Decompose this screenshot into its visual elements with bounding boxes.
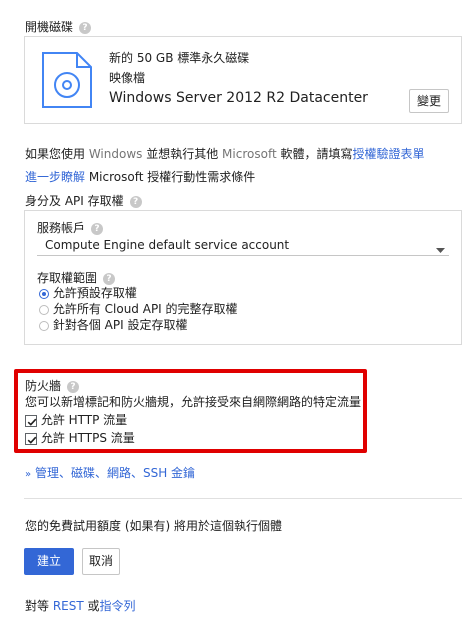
- boot-disk-heading: 開機磁碟?: [25, 18, 92, 35]
- https-checkbox-row[interactable]: 允許 HTTPS 流量: [25, 429, 135, 446]
- disk-subtitle: 映像檔: [109, 71, 146, 85]
- firewall-label: 防火牆: [25, 379, 62, 393]
- access-scope-options: 允許預設存取權 允許所有 Cloud API 的完整存取權 針對各個 API 設…: [39, 285, 238, 333]
- disk-title: 新的 50 GB 標準永久磁碟: [109, 51, 250, 65]
- cancel-button[interactable]: 取消: [82, 548, 120, 575]
- access-scope-option-default[interactable]: 允許預設存取權: [39, 285, 238, 301]
- divider: [24, 498, 462, 499]
- service-account-label: 服務帳戶: [37, 221, 86, 235]
- boot-disk-label: 開機磁碟: [25, 20, 74, 34]
- license-note: 如果您使用 Windows 並想執行其他 Microsoft 軟體，請填寫授權驗…: [25, 147, 425, 161]
- http-checkbox-row[interactable]: 允許 HTTP 流量: [25, 411, 127, 428]
- access-scope-option-full[interactable]: 允許所有 Cloud API 的完整存取權: [39, 301, 238, 317]
- help-icon[interactable]: ?: [91, 222, 104, 235]
- equivalent-line: 對等 REST 或指令列: [25, 599, 136, 613]
- service-account-heading: 服務帳戶?: [37, 219, 104, 236]
- access-scope-option-custom[interactable]: 針對各個 API 設定存取權: [39, 317, 238, 333]
- disk-image-icon: [41, 51, 93, 112]
- change-button[interactable]: 變更: [409, 89, 449, 113]
- learn-more-link[interactable]: 進一步瞭解: [25, 170, 85, 184]
- http-label: 允許 HTTP 流量: [40, 413, 128, 427]
- help-icon[interactable]: ?: [103, 272, 116, 285]
- rest-link[interactable]: REST: [53, 599, 84, 613]
- identity-heading: 身分及 API 存取權?: [25, 192, 142, 209]
- chevron-double-down-icon: »: [25, 469, 32, 480]
- help-icon[interactable]: ?: [129, 195, 142, 208]
- identity-label: 身分及 API 存取權: [25, 194, 124, 208]
- help-icon[interactable]: ?: [79, 21, 92, 34]
- radio[interactable]: [39, 320, 49, 331]
- help-icon[interactable]: ?: [67, 380, 80, 393]
- access-scope-heading: 存取權範圍?: [37, 269, 116, 286]
- service-account-select[interactable]: Compute Engine default service account: [37, 235, 449, 256]
- command-line-link[interactable]: 指令列: [100, 599, 136, 613]
- firewall-heading: 防火牆?: [25, 377, 80, 394]
- radio[interactable]: [39, 304, 49, 315]
- https-label: 允許 HTTPS 流量: [40, 431, 135, 445]
- free-trial-note: 您的免費試用額度 (如果有) 將用於這個執行個體: [25, 519, 282, 533]
- http-checkbox[interactable]: [25, 414, 37, 427]
- management-link[interactable]: 管理、磁碟、網路、SSH 金鑰: [35, 466, 195, 480]
- disk-os: Windows Server 2012 R2 Datacenter: [109, 90, 368, 106]
- create-button[interactable]: 建立: [24, 548, 74, 575]
- firewall-description: 您可以新增標記和防火牆規，允許接受來自網際網路的特定流量: [25, 395, 362, 409]
- license-form-link[interactable]: 授權驗證表單: [352, 147, 424, 161]
- learn-more-line: 進一步瞭解 Microsoft 授權行動性需求條件: [25, 170, 256, 184]
- identity-card: 服務帳戶? Compute Engine default service acc…: [24, 210, 462, 345]
- https-checkbox[interactable]: [25, 432, 37, 445]
- dropdown-arrow-icon: [436, 242, 445, 256]
- service-account-value: Compute Engine default service account: [45, 238, 290, 252]
- management-link-row[interactable]: » 管理、磁碟、網路、SSH 金鑰: [25, 464, 195, 481]
- boot-disk-card: 新的 50 GB 標準永久磁碟 映像檔 Windows Server 2012 …: [24, 36, 462, 124]
- radio-selected[interactable]: [39, 288, 49, 299]
- access-scope-label: 存取權範圍: [37, 271, 98, 285]
